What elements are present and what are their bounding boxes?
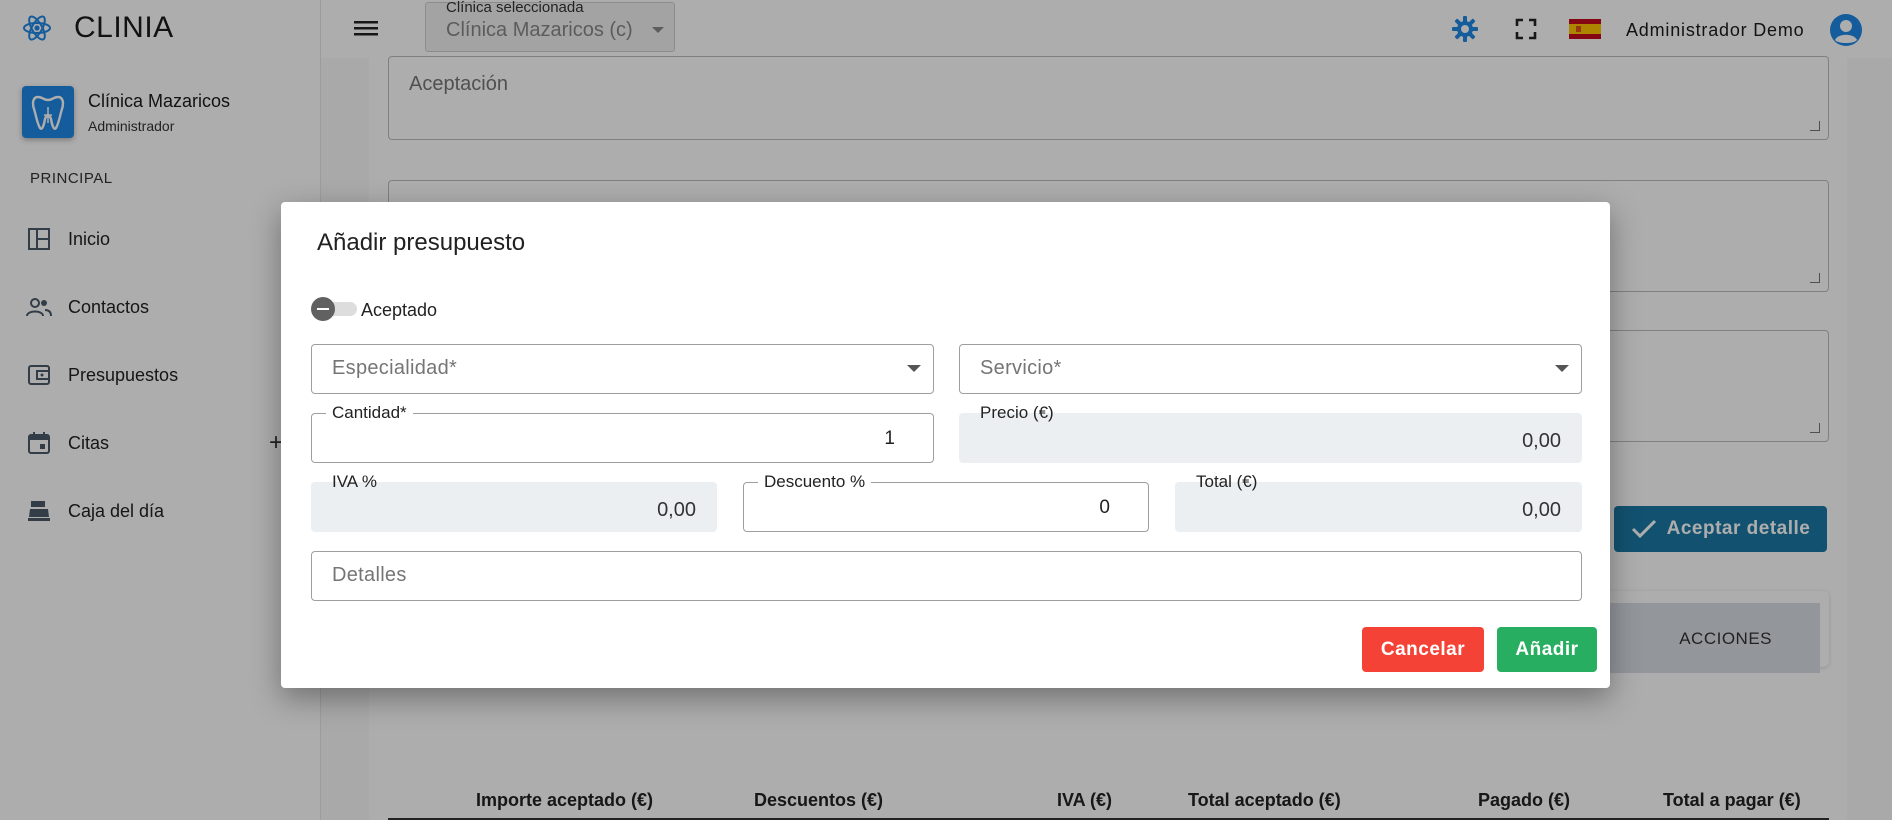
cantidad-value: 1 [884,428,895,449]
descuento-value: 0 [1099,497,1110,518]
iva-label: IVA % [332,472,378,491]
accepted-toggle-label: Aceptado [361,300,438,320]
precio-label: Precio (€) [980,403,1054,422]
descuento-field[interactable]: Descuento % 0 [743,472,1149,532]
precio-value: 0,00 [1522,430,1561,452]
total-value: 0,00 [1522,499,1561,521]
chevron-down-icon [1555,365,1569,372]
total-label: Total (€) [1196,472,1258,491]
iva-field: IVA % 0,00 [311,472,717,532]
cancel-button[interactable]: Cancelar [1362,627,1484,672]
cantidad-field[interactable]: Cantidad* 1 [311,403,934,463]
precio-field: Precio (€) 0,00 [959,403,1582,463]
detalles-placeholder: Detalles [332,564,407,586]
especialidad-placeholder: Especialidad* [332,357,458,379]
dialog-title: Añadir presupuesto [317,229,526,256]
servicio-placeholder: Servicio* [980,357,1062,379]
total-field: Total (€) 0,00 [1175,472,1582,532]
servicio-select[interactable]: Servicio* [959,344,1582,394]
accepted-toggle[interactable] [311,297,357,321]
especialidad-select[interactable]: Especialidad* [311,344,934,394]
add-budget-dialog: Añadir presupuesto Aceptado Especialidad… [281,202,1610,688]
toggle-knob [311,297,335,321]
chevron-down-icon [907,365,921,372]
detalles-field[interactable]: Detalles [311,551,1582,601]
descuento-label: Descuento % [758,472,872,492]
add-button[interactable]: Añadir [1497,627,1597,672]
iva-value: 0,00 [657,499,696,521]
cantidad-label: Cantidad* [326,403,413,423]
